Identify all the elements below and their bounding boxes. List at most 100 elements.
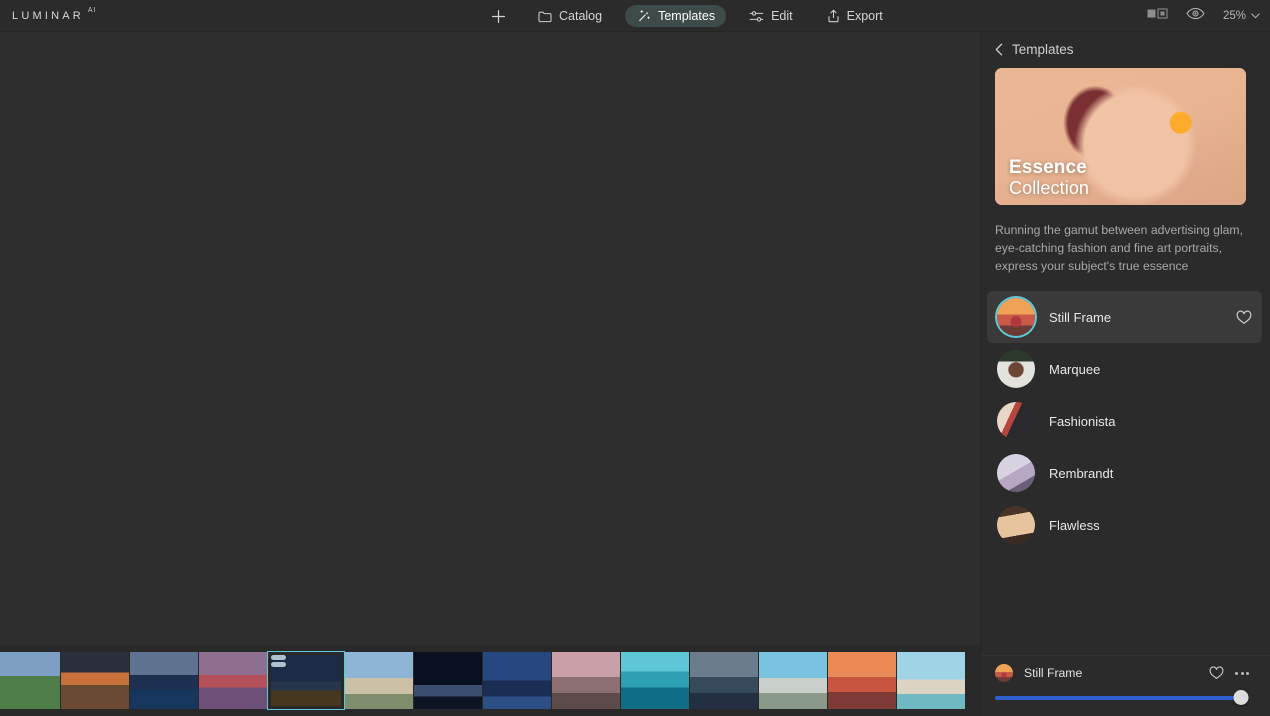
filmstrip-thumbnail[interactable]	[690, 652, 758, 709]
template-row-flawless[interactable]: Flawless	[987, 499, 1262, 551]
chevron-down-icon	[1251, 13, 1260, 19]
thumbnail-image	[199, 652, 267, 709]
thumbnail-image	[897, 652, 965, 709]
tab-templates[interactable]: Templates	[625, 5, 727, 27]
sliders-icon	[749, 10, 764, 22]
plus-icon	[492, 9, 505, 23]
heart-icon[interactable]	[1236, 310, 1252, 325]
add-media-button[interactable]	[482, 5, 515, 27]
templates-panel: Templates Essence Collection Running the…	[980, 32, 1270, 716]
magic-wand-icon	[639, 9, 650, 21]
filmstrip-track	[0, 651, 965, 710]
template-row-fashionista[interactable]: Fashionista	[987, 395, 1262, 447]
template-name: Still Frame	[1049, 309, 1112, 325]
template-amount-panel: Still Frame	[981, 655, 1270, 716]
thumbnail-image	[61, 652, 129, 709]
collection-hero-title-group: Essence Collection	[1009, 157, 1089, 198]
top-toolbar: LUMINAR AI Catalog Templates Edit Export…	[0, 0, 1270, 32]
thumbnail-image	[759, 652, 827, 709]
filmstrip-thumbnail[interactable]	[0, 652, 60, 709]
avatar-image	[997, 506, 1035, 545]
tab-export-label: Export	[846, 9, 883, 23]
avatar-image	[997, 402, 1035, 441]
template-list: Still Frame Marquee Fashionista Rembrandt Fl…	[981, 291, 1270, 551]
filmstrip-thumbnail[interactable]	[897, 652, 965, 709]
filmstrip-thumbnail[interactable]	[759, 652, 827, 709]
filmstrip-thumbnail[interactable]	[828, 652, 896, 709]
avatar	[997, 454, 1035, 493]
luminar-ai-window: LUMINAR AI Catalog Templates Edit Export…	[0, 0, 1270, 716]
avatar-image	[997, 454, 1035, 493]
edit-marker-badge	[271, 655, 286, 660]
thumbnail-image	[621, 652, 689, 709]
logo-ai-suffix: AI	[87, 7, 97, 14]
avatar	[997, 402, 1035, 441]
active-template-name: Still Frame	[1024, 666, 1083, 680]
filmstrip-thumbnail[interactable]	[552, 652, 620, 709]
tab-edit[interactable]: Edit	[738, 5, 804, 27]
avatar-image	[995, 664, 1013, 682]
dot	[1246, 671, 1249, 675]
thumbnail-image	[690, 652, 758, 709]
template-name: Marquee	[1049, 361, 1101, 377]
panel-title: Templates	[1012, 41, 1074, 57]
collection-title-secondary: Collection	[1009, 177, 1090, 198]
image-canvas[interactable]	[0, 32, 980, 645]
zoom-level-control[interactable]: 25%	[1223, 10, 1260, 22]
template-row-rembrandt[interactable]: Rembrandt	[987, 447, 1262, 499]
filmstrip-thumbnail[interactable]	[483, 652, 551, 709]
slider-fill	[995, 696, 1242, 700]
panel-header: Templates	[981, 32, 1270, 66]
collection-title-primary: Essence	[1009, 156, 1087, 178]
amount-slider[interactable]	[995, 690, 1249, 705]
tab-catalog[interactable]: Catalog	[527, 5, 613, 27]
thumbnail-image	[828, 652, 896, 709]
template-row-still-frame[interactable]: Still Frame	[987, 291, 1262, 344]
template-amount-header: Still Frame	[995, 656, 1249, 690]
thumbnail-image	[483, 652, 551, 709]
template-name: Rembrandt	[1049, 465, 1114, 481]
edit-marker-badge	[271, 662, 286, 667]
filmstrip-thumbnail[interactable]	[130, 652, 198, 709]
favorite-button[interactable]	[1236, 310, 1252, 325]
tab-catalog-label: Catalog	[559, 9, 603, 23]
app-logo: LUMINAR AI	[12, 0, 97, 32]
thumbnail-image	[552, 652, 620, 709]
filmstrip-thumbnail[interactable]	[199, 652, 267, 709]
filmstrip[interactable]	[0, 645, 980, 716]
thumbnail-image	[414, 652, 482, 709]
folder-icon	[538, 11, 552, 22]
dot	[1235, 671, 1238, 675]
eye-icon	[1186, 7, 1205, 20]
heart-icon[interactable]	[1209, 666, 1224, 680]
avatar	[997, 350, 1035, 389]
compare-view-button[interactable]	[1146, 7, 1168, 25]
collection-hero-card[interactable]: Essence Collection	[995, 68, 1246, 205]
avatar	[995, 664, 1013, 682]
tab-export[interactable]: Export	[816, 5, 894, 27]
avatar-image	[997, 350, 1035, 389]
filmstrip-thumbnail[interactable]	[414, 652, 482, 709]
template-amount-actions	[1209, 666, 1249, 680]
preview-toggle-button[interactable]	[1186, 7, 1205, 25]
toolbar-right-group: 25%	[1146, 0, 1260, 32]
template-name: Flawless	[1049, 517, 1100, 533]
compare-split-icon	[1147, 8, 1168, 19]
tab-edit-label: Edit	[771, 9, 793, 23]
chevron-left-icon[interactable]	[995, 43, 1003, 56]
filmstrip-thumbnail[interactable]	[61, 652, 129, 709]
more-options-icon[interactable]	[1235, 671, 1249, 675]
filmstrip-thumbnail[interactable]	[267, 651, 345, 710]
thumbnail-image	[345, 652, 413, 709]
thumbnail-image	[0, 652, 60, 709]
slider-thumb[interactable]	[1233, 690, 1249, 705]
zoom-level-value: 25%	[1222, 10, 1246, 22]
avatar	[997, 298, 1035, 337]
avatar-image	[997, 298, 1035, 337]
edit-marker-badges	[271, 655, 286, 667]
avatar	[997, 506, 1035, 545]
filmstrip-thumbnail[interactable]	[345, 652, 413, 709]
template-row-marquee[interactable]: Marquee	[987, 343, 1262, 395]
filmstrip-thumbnail[interactable]	[621, 652, 689, 709]
tab-templates-label: Templates	[658, 9, 716, 23]
